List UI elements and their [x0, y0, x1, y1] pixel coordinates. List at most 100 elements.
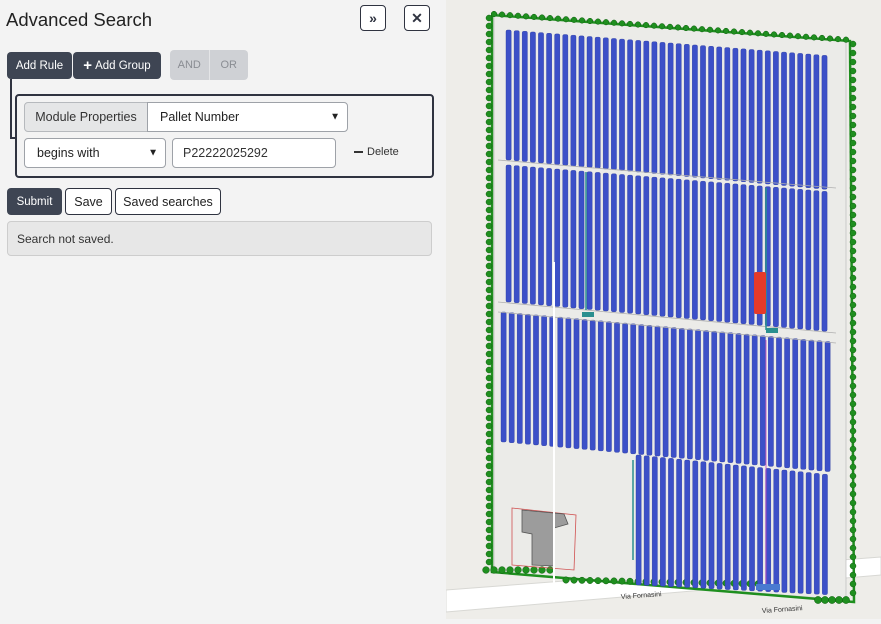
solar-panel-row [675, 178, 682, 318]
solar-panel-row [757, 467, 763, 592]
solar-panel-row [784, 337, 790, 469]
tree [594, 18, 602, 25]
solar-panel-row [500, 311, 507, 443]
rule-operator-select[interactable]: begins with ▼ [24, 138, 166, 168]
submit-button[interactable]: Submit [7, 188, 62, 215]
solar-panel-row [683, 44, 690, 177]
add-group-button[interactable]: + Add Group [73, 52, 161, 79]
tree [849, 553, 857, 561]
tree [490, 566, 498, 574]
rule-value-input[interactable]: P22222025292 [172, 138, 336, 168]
tree [485, 150, 493, 158]
tree [594, 577, 602, 585]
solar-panel-row [578, 170, 585, 309]
tree [762, 30, 770, 37]
tree [485, 390, 493, 398]
tree [485, 94, 493, 102]
solar-panel-row [606, 321, 612, 452]
add-rule-button[interactable]: Add Rule [7, 52, 72, 79]
tree [485, 214, 493, 222]
tree [849, 229, 857, 237]
tree [485, 134, 493, 142]
solar-plant-map[interactable]: Via Fornasini Via Fornasini [445, 0, 881, 619]
tree [849, 274, 857, 282]
tree [849, 130, 857, 138]
solar-panel-row [797, 471, 804, 594]
solar-panel-row [516, 313, 523, 444]
solar-panel-row [724, 47, 731, 181]
tree [706, 26, 714, 33]
tree [618, 20, 626, 27]
tree [562, 576, 570, 584]
tree [485, 318, 493, 326]
tree [485, 86, 493, 94]
tree [485, 294, 493, 302]
tree [849, 265, 857, 273]
tree [849, 202, 857, 210]
solar-panel-row [797, 53, 804, 188]
tree [485, 70, 493, 78]
solar-panel-row [554, 168, 560, 307]
tree [485, 14, 493, 22]
tree [498, 566, 506, 574]
tree [658, 23, 666, 30]
tree [849, 517, 857, 525]
rule-field-select[interactable]: Pallet Number ▼ [147, 102, 348, 132]
solar-panel-row [814, 473, 820, 595]
tree [610, 577, 618, 585]
tree [485, 126, 493, 134]
tree [485, 270, 493, 278]
tree [530, 13, 538, 20]
solar-panel-row [654, 325, 661, 457]
tree [482, 566, 490, 574]
save-button[interactable]: Save [65, 188, 112, 215]
logic-or-button[interactable]: OR [208, 50, 249, 80]
tree [485, 334, 493, 342]
solar-panel-row [651, 41, 658, 174]
tree [570, 576, 578, 584]
solar-panel-row [741, 465, 747, 591]
tree [849, 85, 857, 93]
tree [485, 198, 493, 206]
tree [485, 22, 493, 30]
tree [849, 364, 857, 372]
minus-icon [354, 151, 363, 153]
tree [849, 571, 857, 579]
solar-panel-row [821, 191, 828, 332]
tree [485, 526, 493, 534]
tree [849, 409, 857, 417]
solar-panel-row [684, 459, 691, 588]
solar-panel-row [570, 170, 577, 309]
tree [485, 278, 493, 286]
tree [485, 502, 493, 510]
site-map[interactable]: Via Fornasini Via Fornasini [445, 0, 881, 619]
solar-panel-row [743, 333, 750, 465]
delete-rule-button[interactable]: Delete [354, 146, 399, 158]
solar-panel-row [813, 190, 820, 331]
solar-panel-row [692, 460, 699, 589]
tree [485, 486, 493, 494]
tree [849, 121, 857, 129]
logic-and-button[interactable]: AND [170, 50, 209, 80]
tree [485, 310, 493, 318]
solar-panel-row [670, 327, 677, 458]
solar-panel-row [611, 38, 617, 170]
solar-panel-row [740, 48, 747, 182]
saved-searches-button[interactable]: Saved searches [115, 188, 221, 215]
double-chevron-right-icon: » [369, 10, 377, 26]
add-group-label: Add Group [95, 59, 151, 72]
tree [485, 534, 493, 542]
tree [849, 490, 857, 498]
solar-panel-row [505, 29, 512, 161]
tree [578, 576, 586, 584]
solar-panel-row [521, 166, 528, 304]
close-panel-button[interactable]: ✕ [404, 5, 430, 31]
solar-panel-row [508, 312, 515, 443]
solar-panel-row [594, 36, 601, 169]
collapse-panel-button[interactable]: » [360, 5, 386, 31]
solar-panel-row [789, 52, 795, 187]
solar-panel-row [732, 183, 739, 324]
solar-panel-row [643, 40, 650, 173]
solar-panel-row [687, 328, 693, 460]
tree [826, 35, 834, 42]
